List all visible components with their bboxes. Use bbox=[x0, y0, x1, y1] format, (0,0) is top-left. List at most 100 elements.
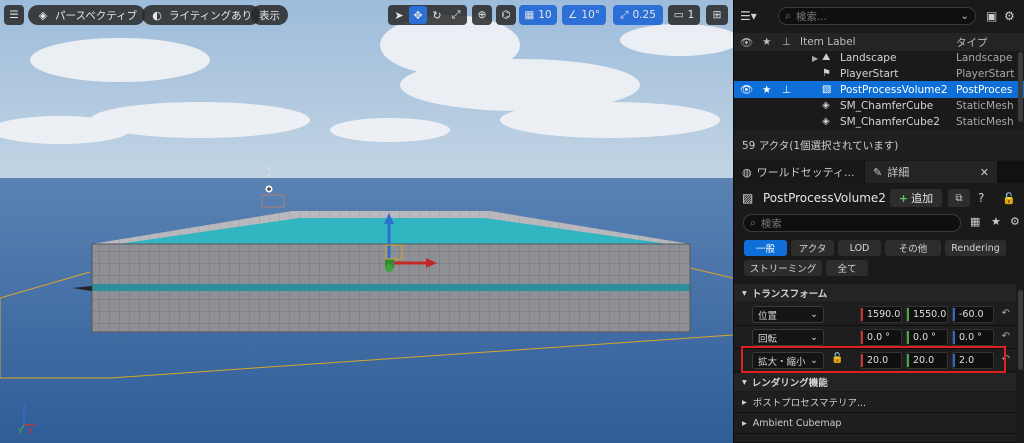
star-icon[interactable]: ★ bbox=[762, 84, 771, 96]
help-icon[interactable]: ? bbox=[978, 191, 984, 205]
outliner-row-playerstart[interactable]: ⚑ PlayerStart PlayerStart bbox=[734, 66, 1024, 82]
item-label-header[interactable]: Item Label bbox=[800, 36, 856, 48]
grid-snap-toggle[interactable]: ▦ 10 bbox=[519, 5, 557, 25]
angle-icon: ∠ bbox=[567, 9, 578, 21]
chevron-down-icon: ▾ bbox=[742, 376, 747, 388]
highlight-box bbox=[741, 346, 1006, 373]
landscape-icon: ⛰ bbox=[822, 52, 831, 63]
plus-icon: + bbox=[898, 191, 909, 205]
filter-all[interactable]: 全て bbox=[826, 260, 868, 276]
perspective-button[interactable]: ◈ パースペクティブ bbox=[28, 5, 146, 25]
visibility-icon[interactable]: 👁 bbox=[740, 83, 753, 96]
move-icon[interactable]: ✥ bbox=[409, 6, 427, 24]
outliner-row-postprocessvolume2[interactable]: 👁 ★ ⊥ ▧ PostProcessVolume2 PostProces bbox=[734, 81, 1024, 98]
reset-arrow-icon[interactable]: ↶ bbox=[1002, 308, 1010, 319]
settings-icon[interactable]: ⚙ bbox=[1004, 9, 1015, 23]
location-dropdown[interactable]: 位置 ⌄ bbox=[752, 306, 824, 323]
location-y-input[interactable]: 1550.0 bbox=[906, 306, 948, 323]
camera-speed-button[interactable]: ▭ 1 bbox=[668, 5, 700, 25]
scale-icon[interactable]: ⤢ bbox=[447, 6, 465, 24]
add-component-button[interactable]: + 追加 bbox=[890, 189, 942, 207]
scene-render bbox=[0, 0, 733, 443]
hamburger-icon[interactable]: ☰ bbox=[4, 5, 24, 25]
rotate-icon[interactable]: ↻ bbox=[428, 6, 446, 24]
next-row bbox=[734, 434, 1016, 443]
add-folder-icon[interactable]: ▣ bbox=[986, 9, 997, 23]
axis-z-label: Z bbox=[22, 403, 27, 412]
ambient-cubemap-row[interactable]: ▸ Ambient Cubemap bbox=[734, 413, 1016, 434]
player-start-icon: ⚑ bbox=[822, 68, 831, 79]
static-mesh-icon: ◈ bbox=[822, 116, 830, 127]
transform-section-header[interactable]: ▾ トランスフォーム bbox=[734, 284, 1016, 302]
actor-name[interactable]: PostProcessVolume2 bbox=[763, 191, 886, 205]
cube-icon: ◈ bbox=[38, 8, 48, 22]
expand-arrow-icon[interactable]: ▶ bbox=[812, 54, 818, 63]
favorite-star-icon[interactable]: ★ bbox=[991, 215, 1001, 228]
search-icon: ⌕ bbox=[750, 216, 756, 229]
lock-icon[interactable]: 🔓 bbox=[1002, 192, 1016, 205]
globe-icon: ◍ bbox=[742, 165, 752, 179]
rotation-x-input[interactable]: 0.0 ° bbox=[860, 329, 902, 346]
tab-details[interactable]: ✎ 詳細 ✕ bbox=[865, 161, 997, 183]
details-scrollbar[interactable] bbox=[1018, 290, 1023, 370]
outliner-status: 59 アクタ(1個選択されています) bbox=[734, 130, 1024, 160]
scale-snap-icon: ⤢ bbox=[620, 8, 629, 21]
select-icon[interactable]: ➤ bbox=[390, 6, 408, 24]
tab-world-settings[interactable]: ◍ ワールドセッティ... bbox=[734, 161, 864, 183]
lighting-button[interactable]: ◐ ライティングあり bbox=[142, 5, 261, 25]
static-mesh-icon: ◈ bbox=[822, 100, 830, 111]
location-x-input[interactable]: 1590.0 bbox=[860, 306, 902, 323]
volume-icon: ▨ bbox=[742, 191, 754, 205]
filter-rendering[interactable]: Rendering bbox=[945, 240, 1006, 256]
pin-icon[interactable]: ⊥ bbox=[782, 36, 791, 48]
grid-icon: ▦ bbox=[524, 9, 535, 21]
location-row: 位置 ⌄ 1590.0 1550.0 -60.0 ↶ bbox=[734, 303, 1016, 326]
rotation-z-input[interactable]: 0.0 ° bbox=[952, 329, 994, 346]
filter-lod[interactable]: LOD bbox=[838, 240, 881, 256]
outliner-search-input[interactable]: ⌕ 検索... ⌄ bbox=[778, 7, 976, 25]
outliner-row-sm-chamfercube2[interactable]: ◈ SM_ChamferCube2 StaticMesh bbox=[734, 114, 1024, 130]
light-sphere-icon: ◐ bbox=[152, 8, 162, 22]
close-icon[interactable]: ✕ bbox=[980, 166, 989, 179]
details-search-input[interactable]: ⌕ 検索 bbox=[743, 214, 961, 232]
transform-tools: ➤ ✥ ↻ ⤢ bbox=[388, 5, 467, 25]
filter-general[interactable]: 一般 bbox=[744, 240, 787, 256]
filter-streaming[interactable]: ストリーミング bbox=[744, 260, 822, 276]
settings-icon[interactable]: ⚙ bbox=[1010, 215, 1020, 228]
surface-snap-icon[interactable]: ⌬ bbox=[496, 5, 516, 25]
table-view-icon[interactable]: ▦ bbox=[970, 215, 980, 228]
chevron-right-icon: ▸ bbox=[742, 417, 747, 429]
volume-icon: ▧ bbox=[822, 83, 832, 95]
post-process-materials-row[interactable]: ▸ ポストプロセスマテリア... bbox=[734, 392, 1016, 413]
world-local-icon[interactable]: ⊕ bbox=[472, 5, 492, 25]
rotation-dropdown[interactable]: 回転 ⌄ bbox=[752, 329, 824, 346]
location-z-input[interactable]: -60.0 bbox=[952, 306, 994, 323]
axis-y-label: Y bbox=[18, 427, 23, 435]
details-actor-header: ▨ PostProcessVolume2 + 追加 ⧉ ? 🔓 bbox=[734, 187, 1024, 209]
details-tabbar: ◍ ワールドセッティ... ✎ 詳細 ✕ bbox=[734, 161, 1024, 183]
filter-misc[interactable]: その他 bbox=[885, 240, 941, 256]
chevron-down-icon: ⌄ bbox=[810, 332, 818, 343]
blueprint-icon[interactable]: ⧉ bbox=[948, 189, 970, 207]
right-panel: ☰▾ ⌕ 検索... ⌄ ▣ ⚙ 👁 ★ ⊥ Item Label タイプ ▶ … bbox=[733, 0, 1024, 443]
scale-snap-toggle[interactable]: ⤢ 0.25 bbox=[613, 5, 663, 25]
reset-arrow-icon[interactable]: ↶ bbox=[1002, 331, 1010, 342]
type-header[interactable]: タイプ bbox=[956, 35, 988, 50]
outliner-row-sm-chamfercube[interactable]: ◈ SM_ChamferCube StaticMesh bbox=[734, 98, 1024, 114]
outliner-scrollbar[interactable] bbox=[1018, 52, 1023, 122]
show-button[interactable]: 表示 bbox=[251, 5, 288, 25]
filter-actor[interactable]: アクタ bbox=[791, 240, 834, 256]
outliner-row-landscape[interactable]: ▶ ⛰ Landscape Landscape bbox=[734, 50, 1024, 66]
star-icon[interactable]: ★ bbox=[762, 36, 771, 48]
filter-icon[interactable]: ☰▾ bbox=[740, 9, 757, 23]
rotation-y-input[interactable]: 0.0 ° bbox=[906, 329, 948, 346]
layout-icon[interactable]: ⊞ bbox=[706, 5, 728, 25]
visibility-icon[interactable]: 👁 bbox=[740, 36, 753, 49]
pin-icon[interactable]: ⊥ bbox=[782, 84, 791, 96]
axis-x-label: X bbox=[28, 427, 33, 435]
rotation-snap-toggle[interactable]: ∠ 10° bbox=[562, 5, 606, 25]
chevron-down-icon: ⌄ bbox=[960, 10, 969, 22]
axis-indicator: Z Y X bbox=[18, 403, 35, 435]
level-viewport[interactable]: ☰ ◈ パースペクティブ ◐ ライティングあり 表示 ➤ ✥ ↻ ⤢ ⊕ ⌬ ▦… bbox=[0, 0, 733, 443]
rendering-section-header[interactable]: ▾ レンダリング機能 bbox=[734, 373, 1016, 391]
